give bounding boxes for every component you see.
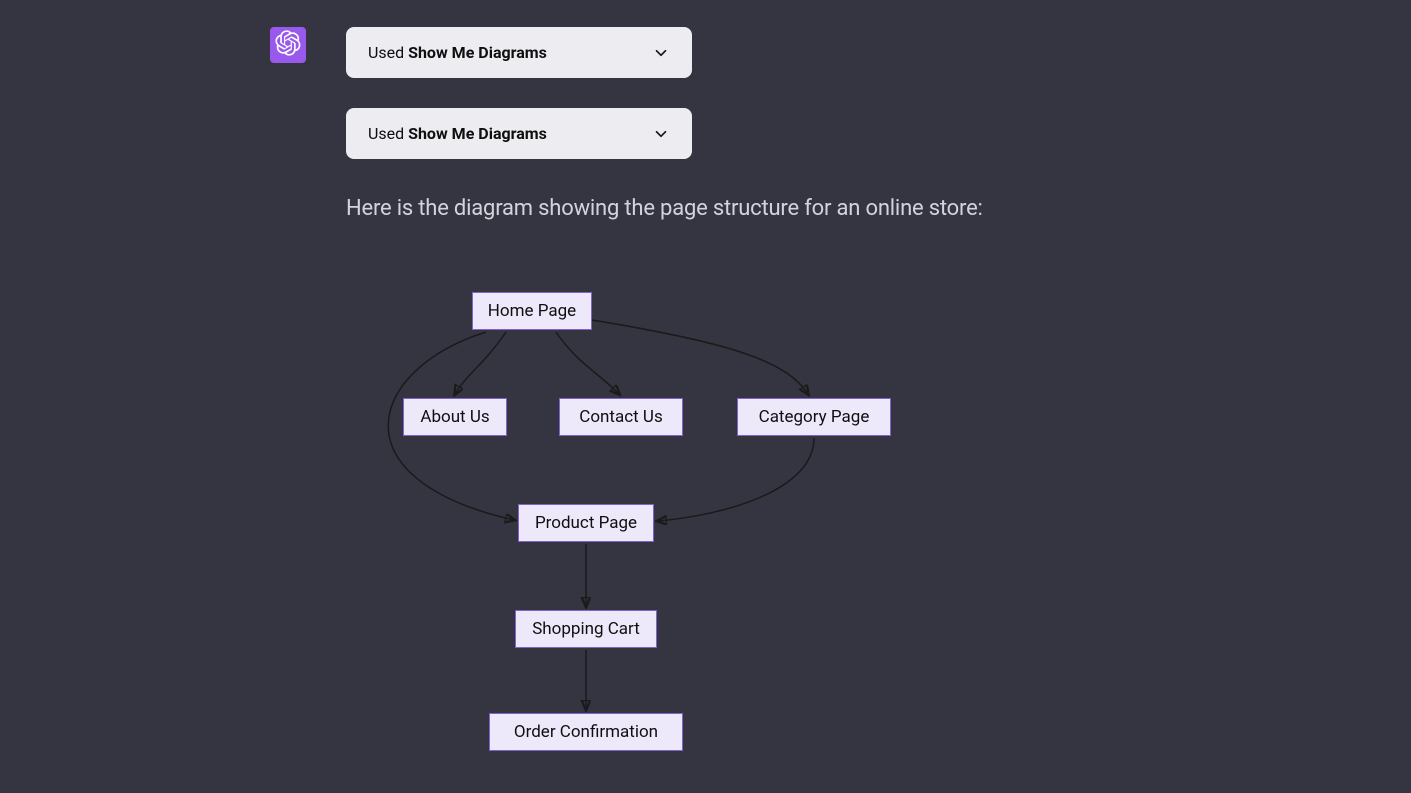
diagram-edges [346, 280, 1046, 780]
plugin-call-pill[interactable]: Used Show Me Diagrams [346, 27, 692, 78]
plugin-call-label: Used Show Me Diagrams [368, 124, 547, 143]
plugin-call-pill[interactable]: Used Show Me Diagrams [346, 108, 692, 159]
openai-logo-icon [275, 30, 301, 60]
diagram-node-home: Home Page [472, 292, 592, 330]
chevron-down-icon [652, 125, 670, 143]
chevron-down-icon [652, 44, 670, 62]
diagram: Home Page About Us Contact Us Category P… [346, 280, 1046, 780]
plugin-call-label: Used Show Me Diagrams [368, 43, 547, 62]
assistant-avatar [270, 27, 306, 63]
diagram-node-product: Product Page [518, 504, 654, 542]
diagram-node-category: Category Page [737, 398, 891, 436]
diagram-node-contact: Contact Us [559, 398, 683, 436]
diagram-node-cart: Shopping Cart [515, 610, 657, 648]
diagram-node-about: About Us [403, 398, 507, 436]
assistant-message-text: Here is the diagram showing the page str… [346, 196, 983, 221]
diagram-node-order: Order Confirmation [489, 713, 683, 751]
